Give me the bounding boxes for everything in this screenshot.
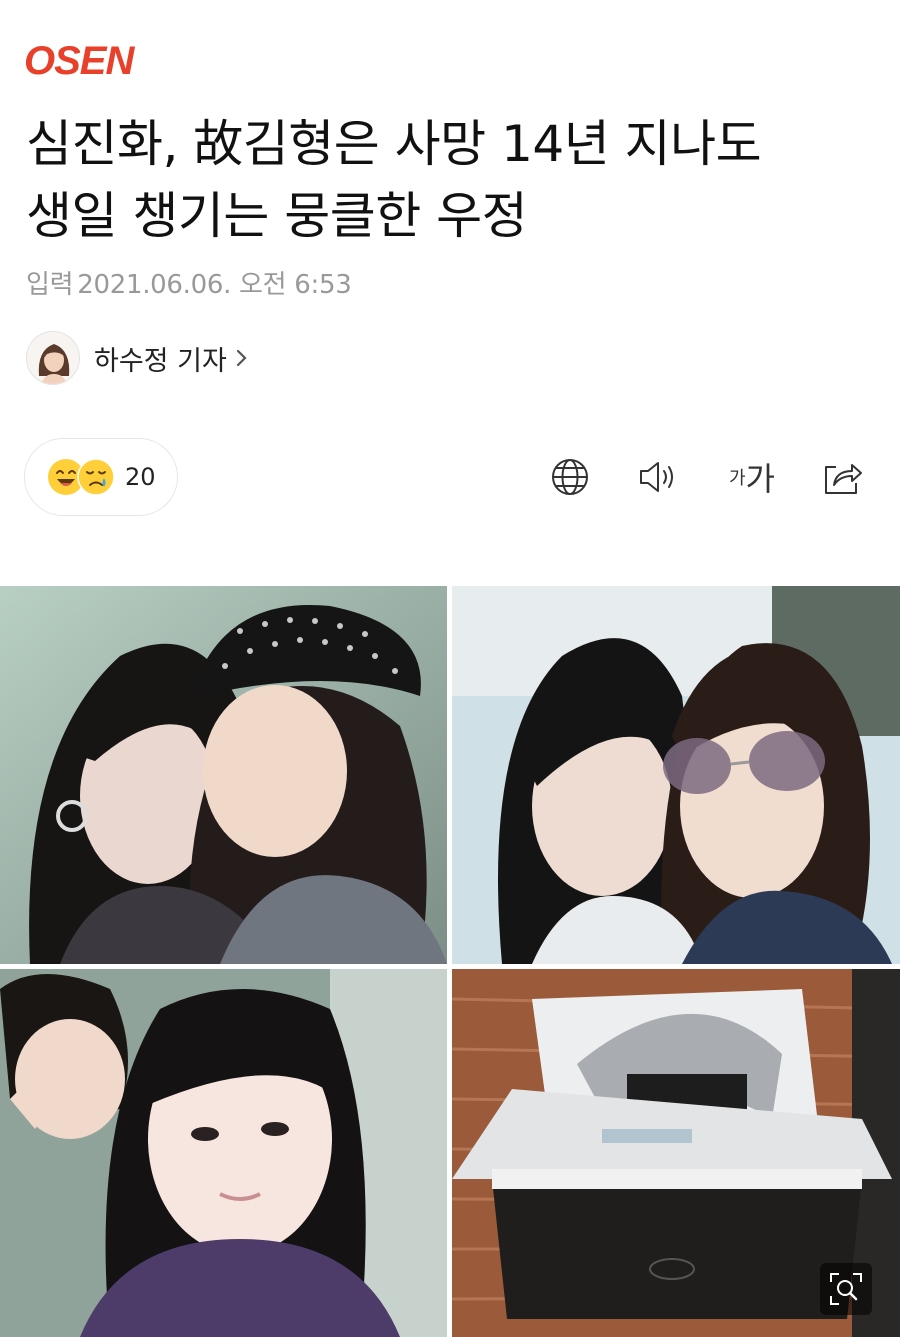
photo-top-right: [452, 586, 900, 964]
photo-top-left: [0, 586, 447, 964]
article-photo[interactable]: [0, 586, 900, 1337]
zoom-button[interactable]: [820, 1263, 872, 1315]
share-icon: [825, 464, 862, 494]
listen-button[interactable]: [636, 455, 680, 499]
sad-emoji-icon: [77, 458, 115, 496]
speaker-icon: [640, 462, 673, 492]
reporter-name: 하수정 기자: [94, 345, 227, 377]
translate-button[interactable]: [548, 455, 592, 499]
osen-logo[interactable]: OSEN: [24, 40, 184, 80]
globe-icon: [552, 459, 588, 495]
photo-bottom-right: [452, 969, 900, 1337]
osen-logo-mark: OSEN: [24, 40, 136, 80]
reaction-button[interactable]: 20: [24, 438, 178, 516]
date-label: 입력: [26, 270, 74, 300]
article-headline: 심진화, 故김형은 사망 14년 지나도 생일 챙기는 뭉클한 우정: [26, 108, 876, 252]
chevron-right-icon: [236, 349, 247, 367]
zoom-icon: [830, 1273, 862, 1305]
headline-line-1: 심진화, 故김형은 사망 14년 지나도: [26, 115, 762, 173]
headline-line-2: 생일 챙기는 뭉클한 우정: [26, 187, 528, 245]
article-dateline: 입력 2021.06.06. 오전 6:53: [26, 264, 355, 301]
date-value: 2021.06.06. 오전 6:53: [77, 270, 352, 300]
font-large-glyph: 가: [745, 460, 775, 498]
font-size-button[interactable]: 가가: [724, 455, 780, 499]
reporter-link[interactable]: 하수정 기자: [26, 330, 251, 386]
font-small-glyph: 가: [728, 468, 746, 489]
reaction-count: 20: [125, 463, 156, 491]
photo-bottom-left: [0, 969, 447, 1337]
share-button[interactable]: [820, 455, 864, 499]
reporter-avatar: [26, 331, 80, 385]
svg-text:OSEN: OSEN: [24, 40, 135, 80]
